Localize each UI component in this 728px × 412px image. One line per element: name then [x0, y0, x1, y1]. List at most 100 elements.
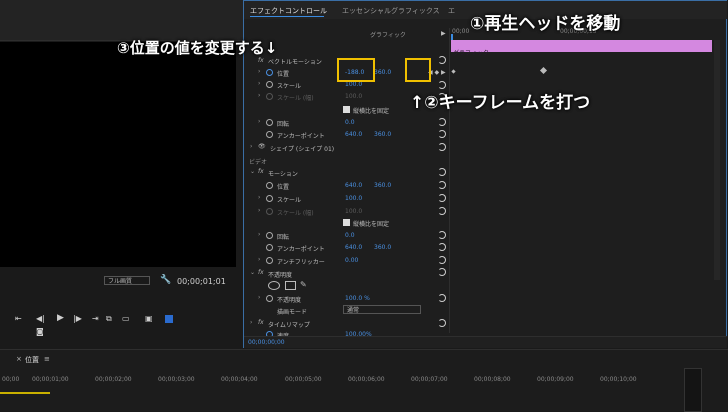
- stopwatch-icon[interactable]: [266, 232, 273, 239]
- reset-icon[interactable]: [438, 130, 446, 138]
- chevron-right-icon[interactable]: ›: [258, 118, 260, 125]
- panel-scrollbar[interactable]: [714, 40, 720, 280]
- vm-scale-value[interactable]: 100.0: [345, 81, 362, 88]
- panel-bottom-bar: [244, 336, 727, 348]
- reset-icon[interactable]: [438, 231, 446, 239]
- motion-uniform-scale-checkbox[interactable]: [343, 219, 350, 226]
- blend-mode-value: 通常: [347, 307, 360, 314]
- vm-uniform-scale-checkbox[interactable]: [343, 106, 350, 113]
- ellipse-mask-icon[interactable]: [268, 281, 280, 290]
- reset-icon[interactable]: [438, 294, 446, 302]
- motion-position-y[interactable]: 360.0: [374, 182, 391, 189]
- chevron-right-icon[interactable]: ›: [258, 207, 260, 214]
- stopwatch-icon[interactable]: [266, 81, 273, 88]
- reset-icon[interactable]: [438, 256, 446, 264]
- reset-icon[interactable]: [438, 143, 446, 151]
- chevron-right-icon[interactable]: ›: [250, 143, 252, 150]
- timeline-tick: 00;00;09;00: [537, 376, 574, 383]
- reset-icon[interactable]: [438, 268, 446, 276]
- vm-anchor-x[interactable]: 640.0: [345, 131, 362, 138]
- stopwatch-icon[interactable]: [266, 195, 273, 202]
- motion-scale-w-label: スケール (幅): [277, 210, 314, 217]
- insert-icon[interactable]: ⧉: [106, 314, 112, 324]
- chevron-down-icon[interactable]: ⌄: [250, 168, 255, 175]
- annotation-step-2: ↑②キーフレームを打つ: [410, 93, 591, 113]
- vm-rotation-value[interactable]: 0.0: [345, 119, 355, 126]
- play-icon[interactable]: ▶: [57, 313, 64, 323]
- stopwatch-icon[interactable]: [266, 244, 273, 251]
- motion-flicker-value[interactable]: 0.00: [345, 257, 358, 264]
- reset-icon[interactable]: [438, 118, 446, 126]
- reset-icon[interactable]: [438, 319, 446, 327]
- chevron-right-icon[interactable]: ›: [250, 319, 252, 326]
- stopwatch-icon[interactable]: [266, 182, 273, 189]
- export-frame-icon[interactable]: ▣: [145, 314, 153, 323]
- timeline-tick: 00;00;01;00: [32, 376, 69, 383]
- audio-meter: [684, 368, 702, 412]
- chevron-right-icon[interactable]: ›: [258, 231, 260, 238]
- vm-anchor-y[interactable]: 360.0: [374, 131, 391, 138]
- go-to-out-icon[interactable]: ⇥: [92, 314, 99, 323]
- blend-mode-dropdown[interactable]: 通常: [343, 305, 421, 314]
- chevron-right-icon[interactable]: ›: [258, 80, 260, 87]
- vm-position-y[interactable]: 360.0: [374, 69, 391, 76]
- chevron-right-icon[interactable]: ›: [258, 294, 260, 301]
- eye-icon[interactable]: 👁: [258, 143, 266, 150]
- motion-anchor-x[interactable]: 640.0: [345, 244, 362, 251]
- go-to-in-icon[interactable]: ⇤: [15, 314, 22, 323]
- vm-rotation-label: 回転: [277, 121, 290, 128]
- stopwatch-icon[interactable]: [266, 208, 273, 215]
- monitor-quality-dropdown[interactable]: フル画質: [104, 276, 150, 285]
- chevron-right-icon[interactable]: ›: [258, 92, 260, 99]
- stopwatch-icon[interactable]: [266, 295, 273, 302]
- wrench-icon[interactable]: 🔧: [160, 275, 171, 285]
- stopwatch-icon[interactable]: [266, 69, 273, 76]
- tab-third[interactable]: エ: [448, 6, 455, 16]
- panel-scroll-right-icon[interactable]: ▶: [441, 30, 446, 37]
- timeline-tick: 00;00;08;00: [474, 376, 511, 383]
- timeline-tab-label[interactable]: 位置: [25, 355, 39, 365]
- stopwatch-icon[interactable]: [266, 93, 273, 100]
- motion-rotation-value[interactable]: 0.0: [345, 232, 355, 239]
- motion-scale-value[interactable]: 100.0: [345, 195, 362, 202]
- chevron-right-icon[interactable]: ›: [258, 194, 260, 201]
- reset-icon[interactable]: [438, 168, 446, 176]
- motion-uniform-scale-label: 縦横比を固定: [353, 221, 390, 228]
- step-back-icon[interactable]: ◀|: [36, 314, 45, 323]
- tab-effect-controls[interactable]: エフェクトコントロール: [250, 6, 327, 16]
- timeline-tick: 00;00;07;00: [411, 376, 448, 383]
- opacity-value[interactable]: 100.0 %: [345, 295, 370, 302]
- camera-icon[interactable]: ◙: [36, 327, 44, 336]
- overwrite-icon[interactable]: ▭: [122, 314, 130, 323]
- vm-position-label: 位置: [277, 71, 290, 78]
- motion-position-label: 位置: [277, 184, 290, 191]
- reset-icon[interactable]: [438, 207, 446, 215]
- mini-timeline-start: 00;00: [452, 28, 470, 35]
- timeline-work-area-bar[interactable]: [0, 392, 50, 394]
- step-forward-icon[interactable]: |▶: [73, 314, 82, 323]
- stopwatch-icon[interactable]: [266, 257, 273, 264]
- tab-essential-graphics[interactable]: エッセンシャルグラフィックス: [342, 6, 440, 16]
- keyframe-button-highlight: [405, 58, 431, 82]
- mini-timeline-clip[interactable]: グラフィック: [451, 40, 712, 57]
- rectangle-mask-icon[interactable]: [285, 281, 296, 290]
- motion-anchor-y[interactable]: 360.0: [374, 244, 391, 251]
- reset-icon[interactable]: [438, 243, 446, 251]
- motion-position-x[interactable]: 640.0: [345, 182, 362, 189]
- comparison-view-icon[interactable]: [165, 315, 173, 323]
- chevron-right-icon[interactable]: ›: [258, 256, 260, 263]
- reset-icon[interactable]: [438, 56, 446, 64]
- chevron-down-icon[interactable]: ⌄: [250, 269, 255, 276]
- chevron-right-icon[interactable]: ›: [258, 68, 260, 75]
- timeline-tick: 00;00;06;00: [348, 376, 385, 383]
- timeline-tick: 00;00: [2, 376, 20, 383]
- pen-mask-icon[interactable]: ✎: [300, 280, 307, 289]
- reset-icon[interactable]: [438, 194, 446, 202]
- reset-icon[interactable]: [438, 181, 446, 189]
- motion-scale-label: スケール: [277, 197, 302, 204]
- mini-timeline-clip-label: グラフィック: [453, 50, 489, 57]
- timeline-menu-icon[interactable]: ≡: [44, 355, 50, 363]
- timeline-close-icon[interactable]: ×: [16, 355, 22, 363]
- stopwatch-icon[interactable]: [266, 119, 273, 126]
- stopwatch-icon[interactable]: [266, 131, 273, 138]
